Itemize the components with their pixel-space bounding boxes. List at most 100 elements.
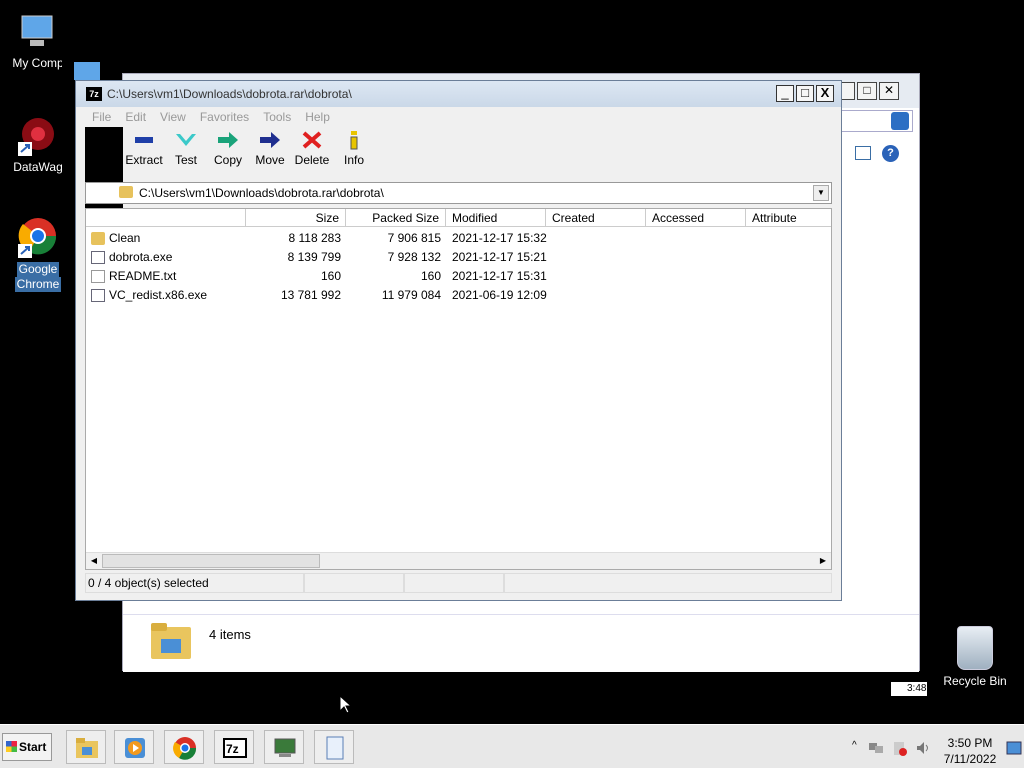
- folder-icon: [149, 621, 193, 661]
- desktop-icon-recycle-bin[interactable]: Recycle Bin: [940, 626, 1010, 688]
- maximize-button[interactable]: □: [796, 85, 814, 102]
- toolbar: Extract Test Copy Move Delete Info: [85, 127, 832, 177]
- taskbar-chrome-button[interactable]: [164, 730, 204, 764]
- file-packed-size: 160: [420, 269, 441, 283]
- chrome-icon: [16, 216, 60, 260]
- address-bar[interactable]: C:\Users\vm1\Downloads\dobrota.rar\dobro…: [85, 182, 832, 204]
- document-icon: [323, 736, 347, 760]
- help-icon[interactable]: ?: [882, 145, 899, 162]
- clock[interactable]: 3:50 PM 7/11/2022: [934, 735, 1006, 767]
- search-icon[interactable]: [891, 112, 909, 130]
- file-packed-size: 11 979 084: [381, 288, 441, 302]
- scroll-right-icon[interactable]: ▶: [816, 554, 830, 568]
- recycle-bin-icon: [957, 626, 993, 670]
- move-icon: [249, 127, 291, 153]
- desktop-icon-google-chrome[interactable]: Google Chrome: [0, 216, 76, 292]
- column-size[interactable]: Size: [246, 209, 346, 227]
- clock-date: 7/11/2022: [943, 752, 997, 766]
- chrome-icon: [173, 736, 197, 760]
- chevron-up-icon[interactable]: ^: [852, 740, 857, 751]
- taskbar-media-player-button[interactable]: [114, 730, 154, 764]
- move-button[interactable]: Move: [249, 127, 291, 177]
- file-name: Clean: [109, 231, 141, 245]
- datawag-icon: [16, 114, 60, 158]
- system-tray: ^ 3:50 PM 7/11/2022: [848, 729, 1024, 767]
- file-name: README.txt: [109, 269, 177, 283]
- title-bar: 7z C:\Users\vm1\Downloads\dobrota.rar\do…: [76, 81, 841, 107]
- horizontal-scrollbar[interactable]: ◀ ▶: [86, 552, 831, 569]
- extract-label: Extract: [125, 153, 163, 167]
- chevron-down-icon[interactable]: ▼: [813, 185, 829, 201]
- scroll-left-icon[interactable]: ◀: [87, 554, 101, 568]
- table-row[interactable]: VC_redist.x86.exe 13 781 992 11 979 084 …: [86, 286, 831, 305]
- desktop-icon-label: Google: [16, 262, 60, 277]
- taskbar-7zip-button[interactable]: 7z: [214, 730, 254, 764]
- test-label: Test: [174, 153, 197, 167]
- file-size: 8 118 283: [288, 231, 342, 245]
- move-label: Move: [255, 153, 285, 167]
- menu-edit[interactable]: Edit: [118, 107, 153, 127]
- network-icon[interactable]: [868, 741, 884, 755]
- menu-tools[interactable]: Tools: [256, 107, 298, 127]
- taskbar-network-app-button[interactable]: [264, 730, 304, 764]
- text-file-icon: [91, 270, 105, 283]
- menu-favorites[interactable]: Favorites: [193, 107, 256, 127]
- info-button[interactable]: Info: [333, 127, 375, 177]
- column-modified[interactable]: Modified: [446, 209, 546, 227]
- copy-icon: [207, 127, 249, 153]
- status-cell: [503, 573, 832, 593]
- close-button[interactable]: X: [816, 85, 834, 102]
- executable-icon: [91, 251, 105, 264]
- status-cell: [404, 573, 504, 593]
- delete-icon: [291, 127, 333, 153]
- file-modified: 2021-12-17 15:32: [452, 231, 547, 245]
- 7zip-window[interactable]: 7z C:\Users\vm1\Downloads\dobrota.rar\do…: [75, 80, 842, 601]
- maximize-button[interactable]: □: [857, 82, 877, 100]
- file-size: 160: [320, 269, 341, 283]
- action-center-icon[interactable]: [892, 741, 908, 757]
- search-input[interactable]: [837, 110, 913, 132]
- mini-clock: 3:48: [891, 682, 927, 696]
- file-modified: 2021-06-19 12:09: [452, 288, 547, 302]
- menu-help[interactable]: Help: [298, 107, 337, 127]
- column-name[interactable]: [86, 209, 246, 227]
- file-list[interactable]: Size Packed Size Modified Created Access…: [85, 208, 832, 570]
- start-button[interactable]: Start: [2, 733, 52, 761]
- folder-icon: [119, 186, 133, 198]
- volume-icon[interactable]: [916, 741, 932, 755]
- taskbar: Start 7z ^ 3:50 PM 7/11/2022: [0, 724, 1024, 768]
- file-packed-size: 7 928 132: [387, 250, 441, 264]
- status-cell: [304, 573, 405, 593]
- table-row[interactable]: README.txt 160 160 2021-12-17 15:31: [86, 267, 831, 286]
- scroll-thumb[interactable]: [102, 554, 320, 568]
- column-accessed[interactable]: Accessed: [646, 209, 746, 227]
- table-row[interactable]: Clean 8 118 283 7 906 815 2021-12-17 15:…: [86, 229, 831, 248]
- table-row[interactable]: dobrota.exe 8 139 799 7 928 132 2021-12-…: [86, 248, 831, 267]
- menu-view[interactable]: View: [153, 107, 193, 127]
- menu-file[interactable]: File: [85, 107, 118, 127]
- column-created[interactable]: Created: [546, 209, 646, 227]
- status-bar: 0 / 4 object(s) selected: [85, 573, 832, 593]
- taskbar-explorer-button[interactable]: [66, 730, 106, 764]
- preview-pane-icon[interactable]: [855, 146, 871, 160]
- column-attribute[interactable]: Attribute: [746, 209, 831, 227]
- test-button[interactable]: Test: [165, 127, 207, 177]
- minimize-button[interactable]: _: [776, 85, 794, 102]
- windows-flag-icon: [6, 741, 17, 752]
- delete-button[interactable]: Delete: [291, 127, 333, 177]
- close-button[interactable]: ✕: [879, 82, 899, 100]
- desktop-icon-datawag[interactable]: DataWag: [0, 114, 76, 175]
- delete-label: Delete: [294, 153, 330, 167]
- extract-icon: [123, 127, 165, 153]
- copy-button[interactable]: Copy: [207, 127, 249, 177]
- 7zip-app-icon: 7z: [86, 87, 102, 101]
- extract-button[interactable]: Extract: [123, 127, 165, 177]
- info-icon: [333, 127, 375, 153]
- monitor-icon: [273, 736, 297, 760]
- show-desktop-icon[interactable]: [1006, 741, 1022, 757]
- taskbar-document-button[interactable]: [314, 730, 354, 764]
- column-packed-size[interactable]: Packed Size: [346, 209, 446, 227]
- file-modified: 2021-12-17 15:31: [452, 269, 547, 283]
- folder-icon: [75, 736, 99, 760]
- start-label: Start: [19, 740, 47, 754]
